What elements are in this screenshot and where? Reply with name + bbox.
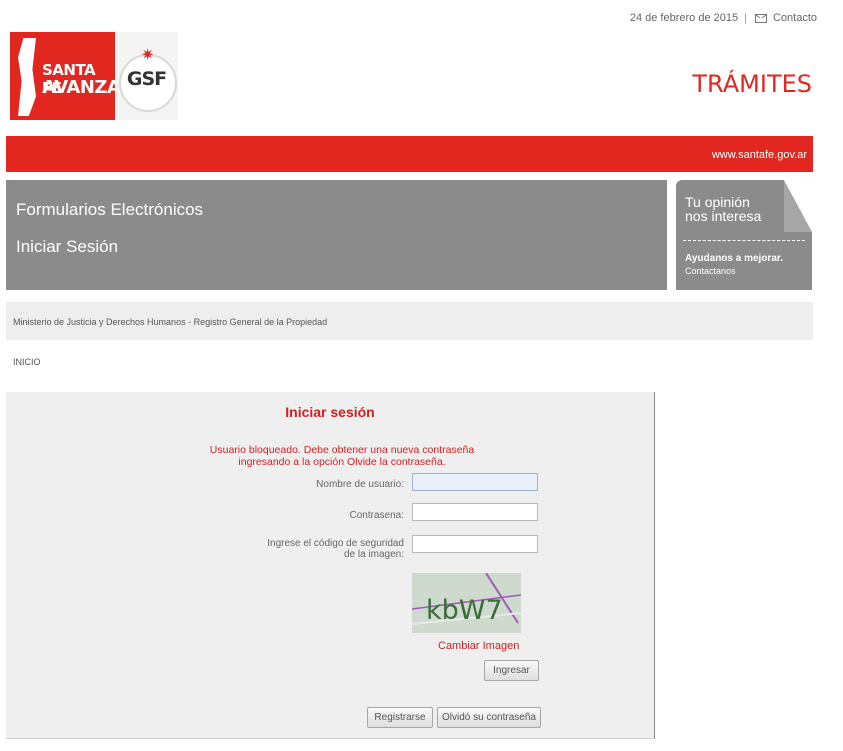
- error-message-line-1: Usuario bloqueado. Debe obtener una nuev…: [209, 444, 475, 456]
- banner-title: Formularios Electrónicos: [16, 200, 204, 219]
- current-date: 24 de febrero de 2015: [629, 12, 739, 24]
- page-banner: Formularios Electrónicos Iniciar Sesión: [6, 180, 667, 290]
- contact-link[interactable]: Contacto: [773, 12, 817, 24]
- password-label: Contrasena:: [349, 510, 404, 521]
- forgot-password-button[interactable]: Olvidó su contraseña: [437, 707, 541, 728]
- captcha-image: kbW7: [412, 573, 521, 633]
- username-label: Nombre de usuario:: [316, 479, 404, 490]
- separator: |: [744, 12, 747, 24]
- gsf-logo[interactable]: ✷ GSF: [115, 32, 178, 120]
- gsf-star-icon: ✷: [141, 47, 155, 64]
- login-panel: Iniciar sesión Usuario bloqueado. Debe o…: [6, 392, 655, 739]
- submit-button[interactable]: Ingresar: [484, 660, 539, 681]
- error-message-line-2: ingresando a la opción Olvide la contras…: [238, 456, 446, 468]
- mail-icon: [754, 13, 767, 23]
- feedback-divider: [683, 240, 805, 241]
- ministry-name: Ministerio de Justicia y Derechos Humano…: [13, 317, 328, 327]
- feedback-box[interactable]: Tu opinión nos interesa Ayudanos a mejor…: [676, 180, 812, 290]
- logo-line-2: AVANZA: [42, 77, 115, 98]
- inicio-link[interactable]: INICIO: [13, 357, 41, 367]
- captcha-input[interactable]: [412, 535, 538, 553]
- top-bar: 24 de febrero de 2015 | Contacto: [630, 12, 817, 24]
- register-button[interactable]: Registrarse: [367, 707, 433, 728]
- gsf-logo-text: GSF: [126, 68, 167, 90]
- feedback-line-3: Ayudanos a mejorar.: [685, 253, 783, 264]
- santa-fe-logo[interactable]: SANTA FE AVANZA: [10, 32, 115, 120]
- captcha-text: kbW7: [426, 595, 503, 626]
- password-input[interactable]: [412, 503, 538, 521]
- feedback-line-2: nos interesa: [685, 208, 762, 224]
- province-map-icon: [18, 38, 36, 116]
- page-fold-icon: [784, 180, 812, 232]
- username-input[interactable]: [412, 473, 538, 491]
- feedback-contact-link[interactable]: Contactanos: [685, 266, 736, 276]
- change-image-link[interactable]: Cambiar Imagen: [438, 640, 519, 652]
- site-url-link[interactable]: www.santafe.gov.ar: [712, 149, 807, 161]
- banner-subtitle: Iniciar Sesión: [16, 237, 119, 256]
- captcha-label-line-2: de la imagen:: [343, 549, 404, 560]
- section-title: TRÁMITES: [692, 70, 812, 98]
- login-title: Iniciar sesión: [285, 404, 375, 420]
- feedback-line-1: Tu opinión: [685, 194, 750, 210]
- captcha-label-line-1: Ingrese el código de seguridad: [267, 538, 404, 549]
- breadcrumb: Ministerio de Justicia y Derechos Humano…: [6, 302, 813, 340]
- red-header-bar: www.santafe.gov.ar: [6, 136, 813, 172]
